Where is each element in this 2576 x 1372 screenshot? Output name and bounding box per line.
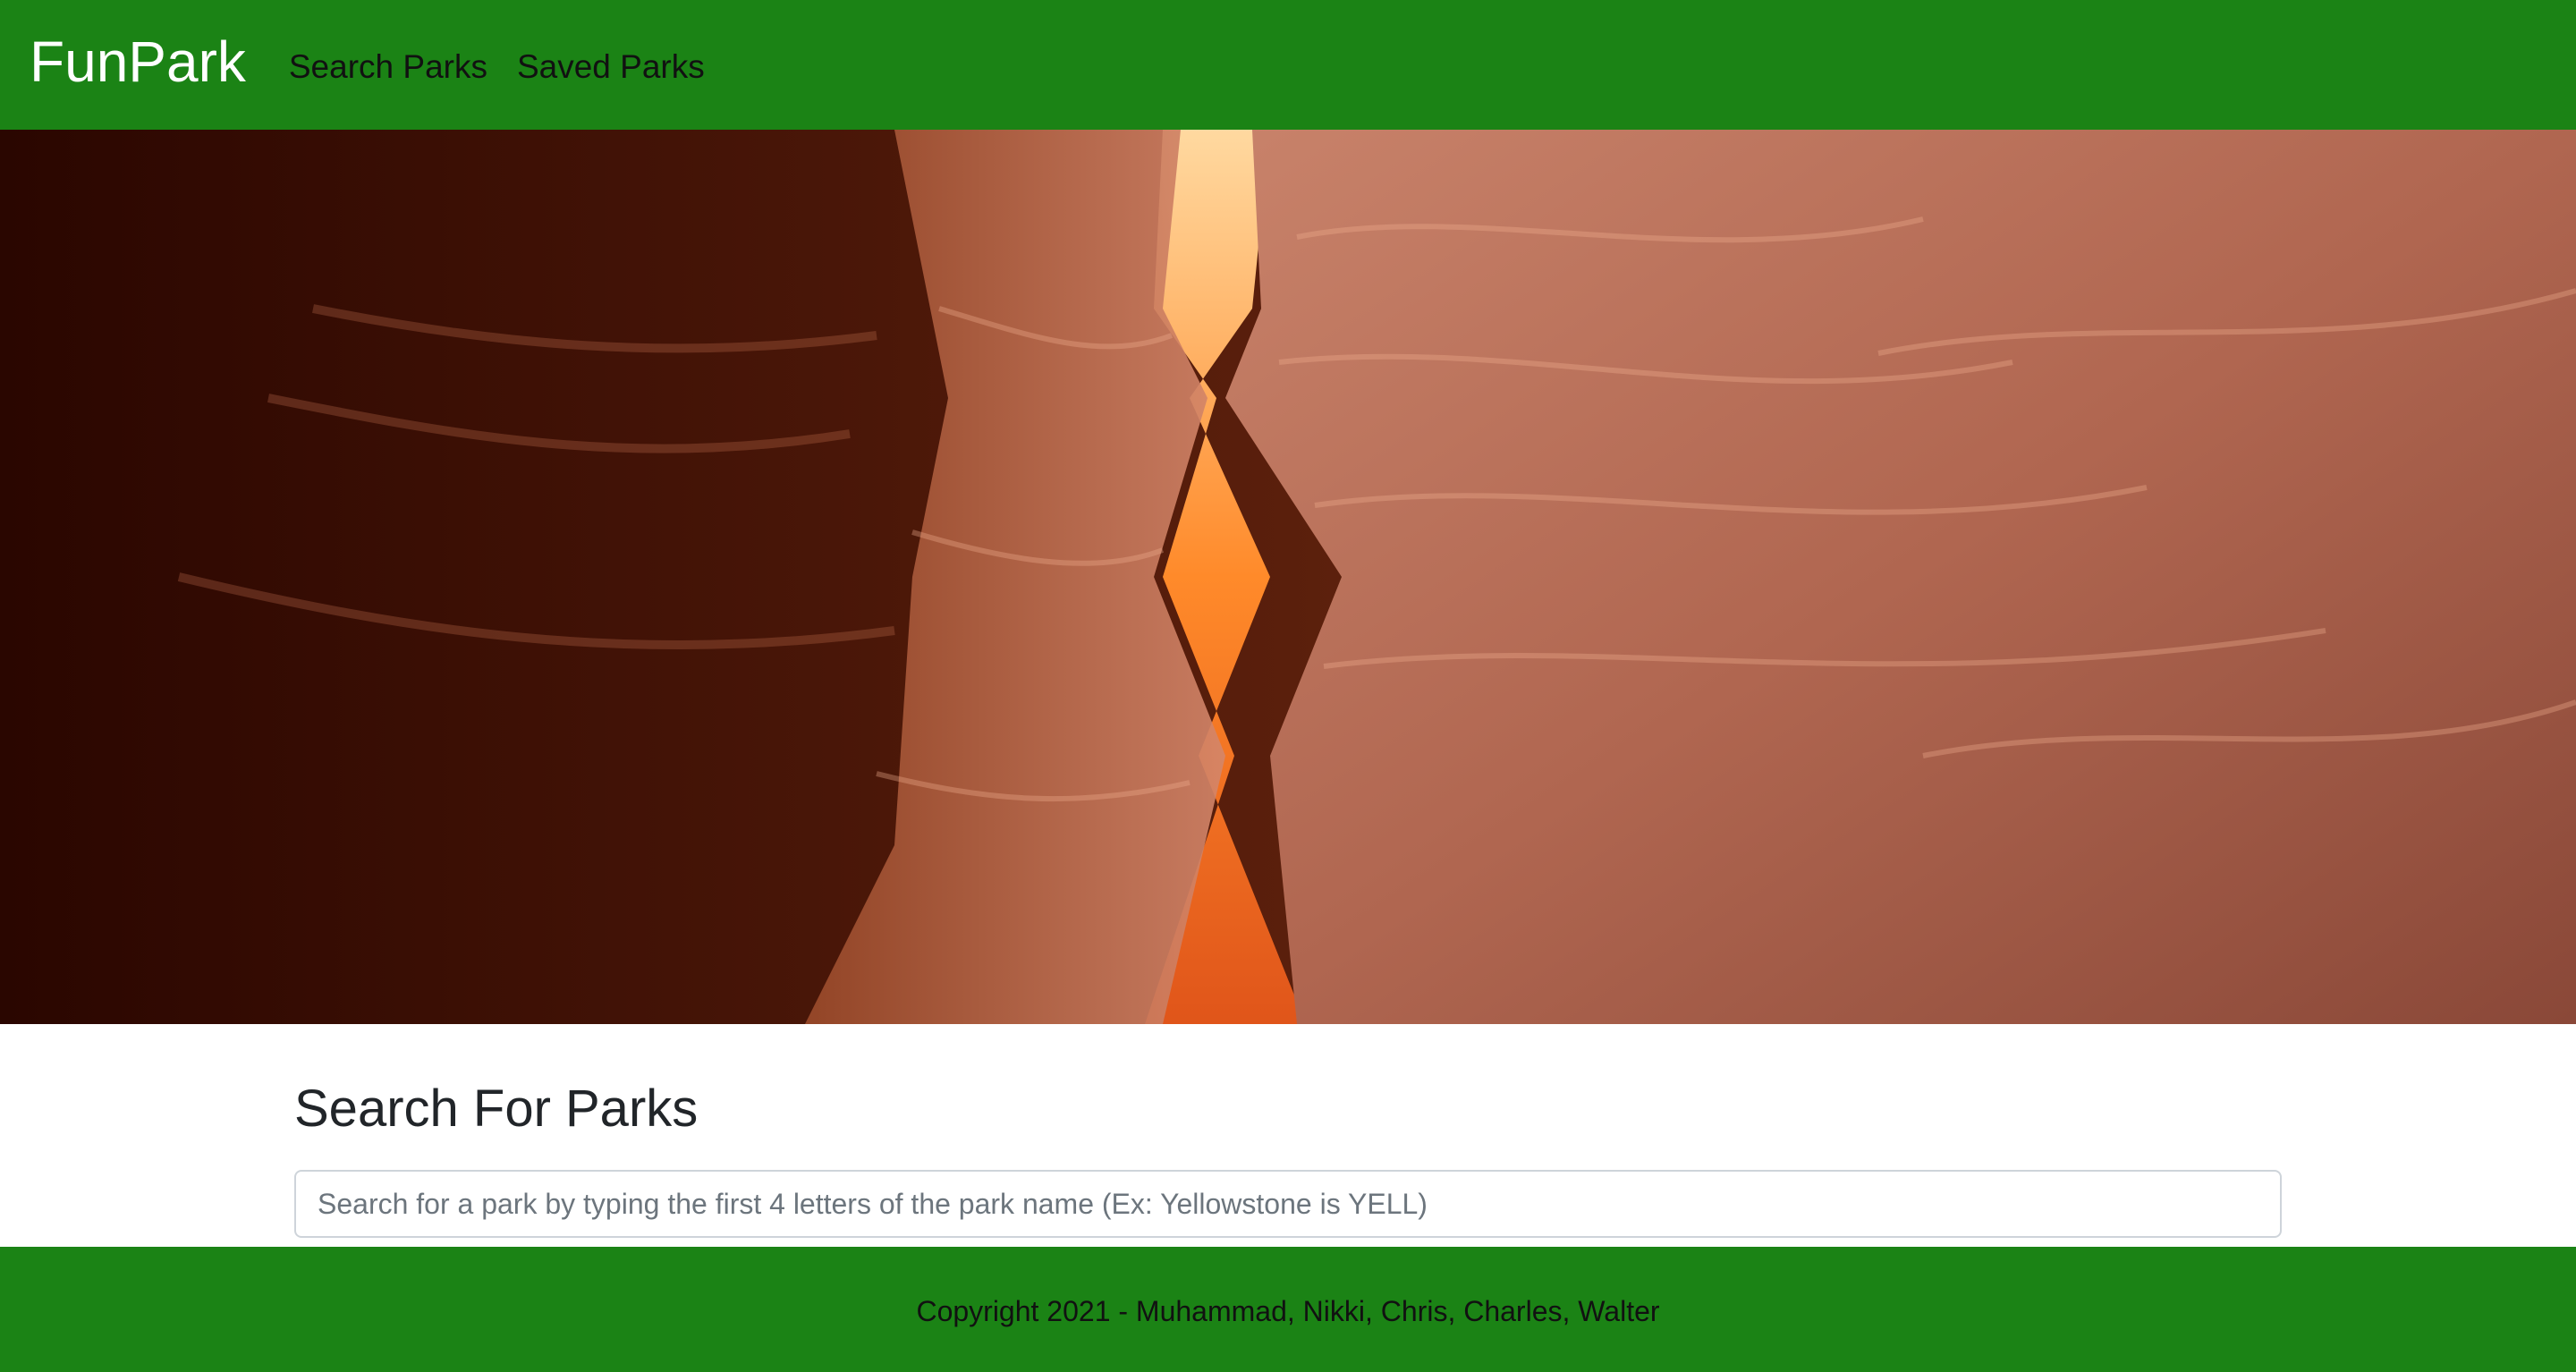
brand-logo-link[interactable]: FunPark: [30, 33, 246, 90]
navbar: FunPark Search Parks Saved Parks: [0, 0, 2576, 130]
nav-link-saved-parks[interactable]: Saved Parks: [517, 50, 705, 83]
search-heading: Search For Parks: [294, 1080, 699, 1138]
copyright-text: Copyright 2021 - Muhammad, Nikki, Chris,…: [916, 1294, 1660, 1327]
park-search-input[interactable]: [294, 1170, 2282, 1238]
canyon-illustration: [0, 130, 2576, 1024]
nav-link-search-parks[interactable]: Search Parks: [289, 50, 487, 83]
hero-image: [0, 130, 2576, 1024]
footer: Copyright 2021 - Muhammad, Nikki, Chris,…: [0, 1247, 2576, 1372]
